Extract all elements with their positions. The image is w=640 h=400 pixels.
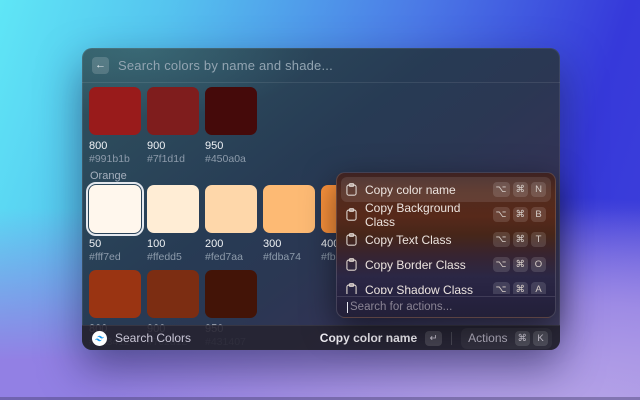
primary-action-label: Copy color name — [320, 331, 417, 345]
section-header-orange: Orange — [90, 170, 127, 182]
k-key-icon: K — [533, 331, 548, 346]
app-name: Search Colors — [115, 331, 191, 345]
shade-number: 200 — [205, 238, 257, 250]
search-bar: ← Search colors by name and shade... — [82, 48, 560, 82]
statusbar-divider — [451, 332, 452, 345]
shade-number: 100 — [147, 238, 199, 250]
actions-menu-list: Copy color name ⌥ ⌘ N Copy Background Cl… — [337, 173, 555, 294]
color-swatch-red-900[interactable]: 900 #7f1d1d — [147, 87, 199, 165]
search-input[interactable]: Search colors by name and shade... — [118, 58, 333, 73]
clipboard-icon — [346, 183, 357, 196]
option-key-icon: ⌥ — [493, 182, 510, 197]
letter-key-icon: T — [531, 232, 546, 247]
menu-item-copy-color-name[interactable]: Copy color name ⌥ ⌘ N — [341, 177, 551, 202]
actions-popover: Copy color name ⌥ ⌘ N Copy Background Cl… — [336, 172, 556, 318]
shade-hex: #fdba74 — [263, 251, 315, 263]
option-key-icon: ⌥ — [493, 282, 510, 294]
menu-item-copy-border-class[interactable]: Copy Border Class ⌥ ⌘ O — [337, 252, 555, 277]
shade-number: 950 — [205, 140, 257, 152]
actions-search-field[interactable]: Search for actions... — [337, 296, 555, 317]
swatch-fill — [147, 87, 199, 135]
color-swatch-orange-300[interactable]: 300 #fdba74 — [263, 185, 315, 263]
menu-item-label: Copy Text Class — [365, 233, 451, 247]
swatch-fill — [147, 185, 199, 233]
searchbar-divider — [82, 82, 560, 83]
swatch-fill — [263, 185, 315, 233]
swatch-fill — [205, 87, 257, 135]
color-swatch-red-950[interactable]: 950 #450a0a — [205, 87, 257, 165]
command-key-icon: ⌘ — [513, 282, 529, 294]
menu-item-copy-background-class[interactable]: Copy Background Class ⌥ ⌘ B — [337, 202, 555, 227]
menu-item-label: Copy color name — [365, 183, 456, 197]
color-swatch-orange-200[interactable]: 200 #fed7aa — [205, 185, 257, 263]
actions-label: Actions — [468, 331, 507, 345]
shade-hex: #fed7aa — [205, 251, 257, 263]
letter-key-icon: O — [531, 257, 546, 272]
text-cursor — [347, 302, 348, 313]
command-key-icon: ⌘ — [513, 232, 529, 247]
tailwind-logo-icon — [92, 331, 107, 346]
command-key-icon: ⌘ — [515, 331, 531, 346]
swatch-fill — [147, 270, 199, 318]
shade-hex: #7f1d1d — [147, 153, 199, 165]
menu-item-label: Copy Border Class — [365, 258, 466, 272]
primary-action-button[interactable]: Copy color name ↵ — [320, 331, 442, 346]
color-swatch-orange-50[interactable]: 50 #fff7ed — [89, 185, 141, 263]
actions-search-placeholder: Search for actions... — [350, 301, 452, 313]
swatch-fill — [89, 185, 141, 233]
red-swatch-row: 800 #991b1b 900 #7f1d1d 950 #450a0a — [89, 87, 257, 165]
shade-number: 50 — [89, 238, 141, 250]
back-button[interactable]: ← — [92, 57, 109, 74]
swatch-fill — [205, 270, 257, 318]
command-key-icon: ⌘ — [513, 207, 529, 222]
return-key-icon: ↵ — [425, 331, 442, 346]
swatch-fill — [89, 270, 141, 318]
actions-button[interactable]: Actions ⌘ K — [461, 328, 552, 349]
color-swatch-red-800[interactable]: 800 #991b1b — [89, 87, 141, 165]
clipboard-icon — [346, 233, 357, 246]
menu-item-label: Copy Shadow Class — [365, 283, 473, 295]
option-key-icon: ⌥ — [493, 232, 510, 247]
command-key-icon: ⌘ — [513, 182, 529, 197]
swatch-fill — [89, 87, 141, 135]
shade-hex: #fff7ed — [89, 251, 141, 263]
back-arrow-icon: ← — [95, 60, 106, 71]
clipboard-icon — [346, 258, 357, 271]
color-swatch-orange-100[interactable]: 100 #ffedd5 — [147, 185, 199, 263]
shade-hex: #ffedd5 — [147, 251, 199, 263]
option-key-icon: ⌥ — [493, 207, 510, 222]
letter-key-icon: A — [531, 282, 546, 294]
menu-item-copy-shadow-class[interactable]: Copy Shadow Class ⌥ ⌘ A — [337, 277, 555, 294]
clipboard-icon — [346, 208, 357, 221]
swatch-fill — [205, 185, 257, 233]
clipboard-icon — [346, 283, 357, 294]
letter-key-icon: N — [531, 182, 546, 197]
menu-item-copy-text-class[interactable]: Copy Text Class ⌥ ⌘ T — [337, 227, 555, 252]
shade-hex: #450a0a — [205, 153, 257, 165]
shade-number: 300 — [263, 238, 315, 250]
status-bar: Search Colors Copy color name ↵ Actions … — [82, 325, 560, 350]
shade-hex: #991b1b — [89, 153, 141, 165]
letter-key-icon: B — [531, 207, 546, 222]
option-key-icon: ⌥ — [493, 257, 510, 272]
menu-item-label: Copy Background Class — [365, 201, 493, 229]
command-key-icon: ⌘ — [513, 257, 529, 272]
shade-number: 900 — [147, 140, 199, 152]
shade-number: 800 — [89, 140, 141, 152]
